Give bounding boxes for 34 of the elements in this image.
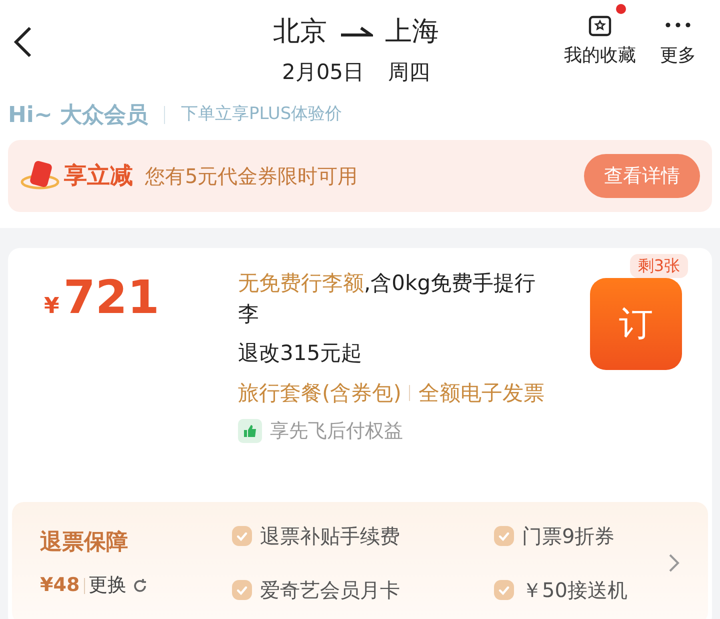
service-tag: 全额电子发票	[418, 378, 544, 409]
coupon-title: 享立减	[64, 162, 133, 191]
protection-price: ¥48	[40, 573, 80, 598]
benefit-text: 爱奇艺会员月卡	[260, 577, 400, 604]
currency-symbol: ¥	[44, 293, 60, 321]
more-icon	[665, 22, 691, 28]
weekday: 周四	[388, 58, 430, 86]
chevron-right-icon	[668, 553, 680, 573]
coupon-text: 您有5元代金券限时可用	[145, 163, 358, 190]
check-icon	[232, 526, 252, 546]
header-action[interactable]: 我的收藏	[560, 4, 640, 69]
service-tag: 旅行套餐(含券包)	[238, 378, 402, 409]
perk-text: 享先飞后付权益	[270, 419, 403, 444]
refund-fee: 退改315元起	[238, 340, 364, 367]
flight-date: 2月05日	[282, 58, 364, 86]
arrival-city: 上海	[385, 15, 439, 49]
protection-title: 退票保障	[40, 529, 129, 558]
check-icon	[494, 526, 514, 546]
benefit-text: ￥50接送机	[522, 577, 628, 604]
benefit-text: 门票9折券	[522, 523, 615, 550]
benefit-text: 退票补贴手续费	[260, 523, 400, 550]
remaining-badge: 剩3张	[630, 254, 688, 278]
change-button[interactable]: 更换	[88, 571, 127, 600]
check-icon	[232, 580, 252, 600]
member-promo: 下单立享PLUS体验价	[181, 103, 342, 126]
baggage-allowance: 无免费行李额,含0kg免费手提行李	[238, 270, 537, 328]
header-action[interactable]: 更多	[656, 4, 700, 69]
departure-city: 北京	[273, 15, 327, 49]
thumbs-up-icon	[238, 419, 262, 444]
check-icon	[494, 580, 514, 600]
back-icon	[12, 25, 34, 59]
envelope-icon	[20, 160, 60, 192]
member-greeting: Hi~ 大众会员	[8, 102, 148, 130]
ticket-price: 721	[63, 274, 160, 320]
